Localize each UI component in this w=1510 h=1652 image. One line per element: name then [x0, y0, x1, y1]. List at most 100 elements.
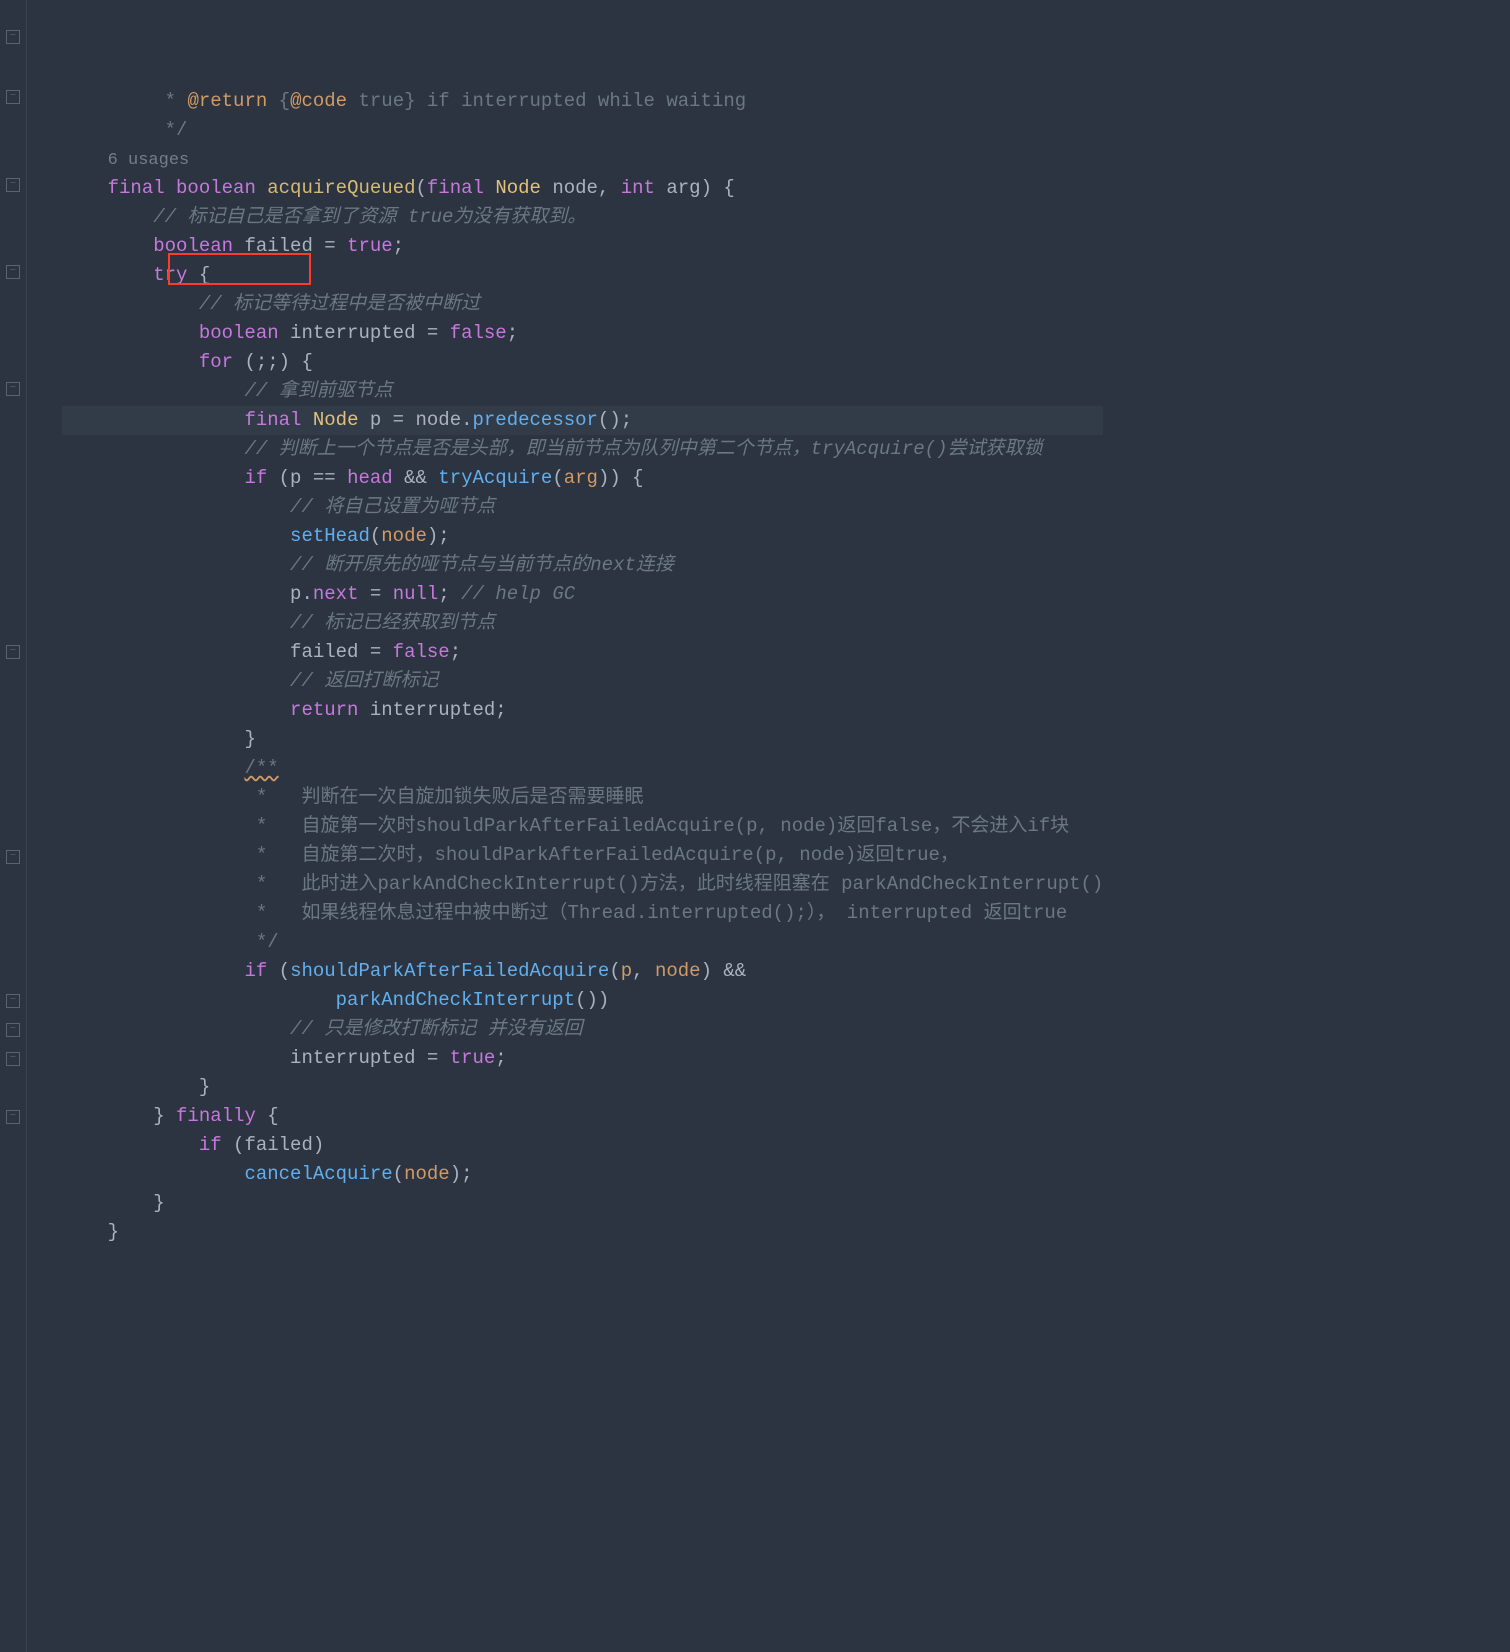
code-line[interactable]: * 判断在一次自旋加锁失败后是否需要睡眠 — [62, 783, 1103, 812]
fold-marker[interactable]: − — [6, 1110, 20, 1124]
code-line[interactable]: // 判断上一个节点是否是头部，即当前节点为队列中第二个节点，tryAcquir… — [62, 435, 1103, 464]
code-editor[interactable]: − − − − − − − − − − − * @return { @code true} if in… — [0, 0, 1510, 1652]
token: null — [393, 583, 439, 605]
code-line[interactable]: // 标记自己是否拿到了资源 true为没有获取到。 — [62, 203, 1103, 232]
code-line[interactable]: // 标记已经获取到节点 — [62, 609, 1103, 638]
fold-marker[interactable]: − — [6, 382, 20, 396]
token: boolean — [176, 177, 267, 199]
token: interrupted = — [290, 322, 450, 344]
code-line[interactable]: } — [62, 1073, 1103, 1102]
fold-marker[interactable]: − — [6, 178, 20, 192]
token: * 判断在一次自旋加锁失败后是否需要睡眠 — [244, 786, 643, 808]
code-area[interactable]: * @return { @code true} if interrupted wh… — [27, 0, 1103, 1652]
fold-marker[interactable]: − — [6, 645, 20, 659]
code-line[interactable]: * 自旋第一次时shouldParkAfterFailedAcquire(p, … — [62, 812, 1103, 841]
code-line[interactable]: // 将自己设置为哑节点 — [62, 493, 1103, 522]
code-line[interactable]: } finally { — [62, 1102, 1103, 1131]
fold-marker[interactable]: − — [6, 265, 20, 279]
code-line[interactable]: parkAndCheckInterrupt()) — [62, 986, 1103, 1015]
code-line[interactable]: } — [62, 725, 1103, 754]
token: final — [427, 177, 495, 199]
token: { — [267, 1105, 278, 1127]
fold-marker[interactable]: − — [6, 1052, 20, 1066]
token: interrupted; — [370, 699, 507, 721]
token: node — [404, 1163, 450, 1185]
token: // 判断上一个节点是否是头部，即当前节点为队列中第二个节点，tryAcquir… — [244, 438, 1042, 460]
token: if — [244, 960, 278, 982]
token: */ — [244, 931, 278, 953]
token: if — [244, 467, 278, 489]
code-line[interactable]: p.next = null; // help GC — [62, 580, 1103, 609]
code-line[interactable]: failed = false; — [62, 638, 1103, 667]
code-line[interactable]: return interrupted; — [62, 696, 1103, 725]
fold-marker[interactable]: − — [6, 90, 20, 104]
code-line[interactable]: if (p == head && tryAcquire(arg)) { — [62, 464, 1103, 493]
code-line[interactable]: } — [62, 1189, 1103, 1218]
code-line[interactable]: } — [62, 1218, 1103, 1247]
token: ()) — [575, 989, 609, 1011]
token: head — [347, 467, 393, 489]
token: { — [199, 264, 210, 286]
code-line[interactable]: if (failed) — [62, 1131, 1103, 1160]
code-line[interactable]: cancelAcquire(node); — [62, 1160, 1103, 1189]
token: true} if interrupted while waiting — [347, 90, 746, 112]
code-line[interactable]: final Node p = node.predecessor(); — [62, 406, 1103, 435]
token: if — [199, 1134, 233, 1156]
token: } — [199, 1076, 210, 1098]
code-line[interactable]: * 自旋第二次时，shouldParkAfterFailedAcquire(p,… — [62, 841, 1103, 870]
code-line[interactable]: * 此时进入parkAndCheckInterrupt()方法，此时线程阻塞在 … — [62, 870, 1103, 899]
code-line[interactable]: setHead(node); — [62, 522, 1103, 551]
code-line[interactable]: interrupted = true; — [62, 1044, 1103, 1073]
token: arg — [666, 177, 700, 199]
code-line[interactable]: */ — [62, 116, 1103, 145]
code-line[interactable]: boolean failed = true; — [62, 232, 1103, 261]
token: , — [632, 960, 655, 982]
token: // 断开原先的哑节点与当前节点的next连接 — [290, 554, 674, 576]
token: tryAcquire — [438, 467, 552, 489]
code-line[interactable]: // 标记等待过程中是否被中断过 — [62, 290, 1103, 319]
token: parkAndCheckInterrupt — [336, 989, 575, 1011]
token: * 自旋第一次时shouldParkAfterFailedAcquire(p, … — [244, 815, 1069, 837]
token: (p == — [279, 467, 347, 489]
code-line[interactable]: // 断开原先的哑节点与当前节点的next连接 — [62, 551, 1103, 580]
code-line[interactable]: final boolean acquireQueued(final Node n… — [62, 174, 1103, 203]
fold-marker[interactable]: − — [6, 850, 20, 864]
token: final — [108, 177, 176, 199]
token: for — [199, 351, 245, 373]
token: @code — [290, 90, 347, 112]
code-line[interactable]: 6 usages — [62, 145, 1103, 174]
fold-marker[interactable]: − — [6, 1023, 20, 1037]
token: predecessor — [473, 409, 598, 431]
token: ) { — [701, 177, 735, 199]
fold-marker[interactable]: − — [6, 994, 20, 1008]
token: arg — [564, 467, 598, 489]
code-line[interactable]: // 返回打断标记 — [62, 667, 1103, 696]
token: /** — [244, 757, 278, 779]
code-line[interactable]: */ — [62, 928, 1103, 957]
token: setHead — [290, 525, 370, 547]
code-line[interactable]: // 拿到前驱节点 — [62, 377, 1103, 406]
token: */ — [153, 119, 187, 141]
token: // 标记自己是否拿到了资源 true为没有获取到。 — [153, 206, 586, 228]
code-line[interactable]: /** — [62, 754, 1103, 783]
token: interrupted = — [290, 1047, 450, 1069]
token: * — [153, 90, 187, 112]
token: * 自旋第二次时，shouldParkAfterFailedAcquire(p,… — [244, 844, 959, 866]
token: ( — [279, 960, 290, 982]
code-line[interactable]: for (;;) { — [62, 348, 1103, 377]
token: ); — [450, 1163, 473, 1185]
fold-marker[interactable]: − — [6, 30, 20, 44]
code-line[interactable]: * @return {@code true} if interrupted wh… — [62, 87, 1103, 116]
usages-hint[interactable]: 6 usages — [108, 151, 190, 170]
token: )) { — [598, 467, 644, 489]
token: failed = — [290, 641, 393, 663]
token: } — [153, 1192, 164, 1214]
code-line[interactable]: try { — [62, 261, 1103, 290]
code-line[interactable]: * 如果线程休息过程中被中断过（Thread.interrupted();）， … — [62, 899, 1103, 928]
code-line[interactable]: boolean interrupted = false; — [62, 319, 1103, 348]
token: p. — [290, 583, 313, 605]
code-line[interactable]: if (shouldParkAfterFailedAcquire(p, node… — [62, 957, 1103, 986]
token: node — [381, 525, 427, 547]
token: @return — [187, 90, 267, 112]
code-line[interactable]: // 只是修改打断标记 并没有返回 — [62, 1015, 1103, 1044]
